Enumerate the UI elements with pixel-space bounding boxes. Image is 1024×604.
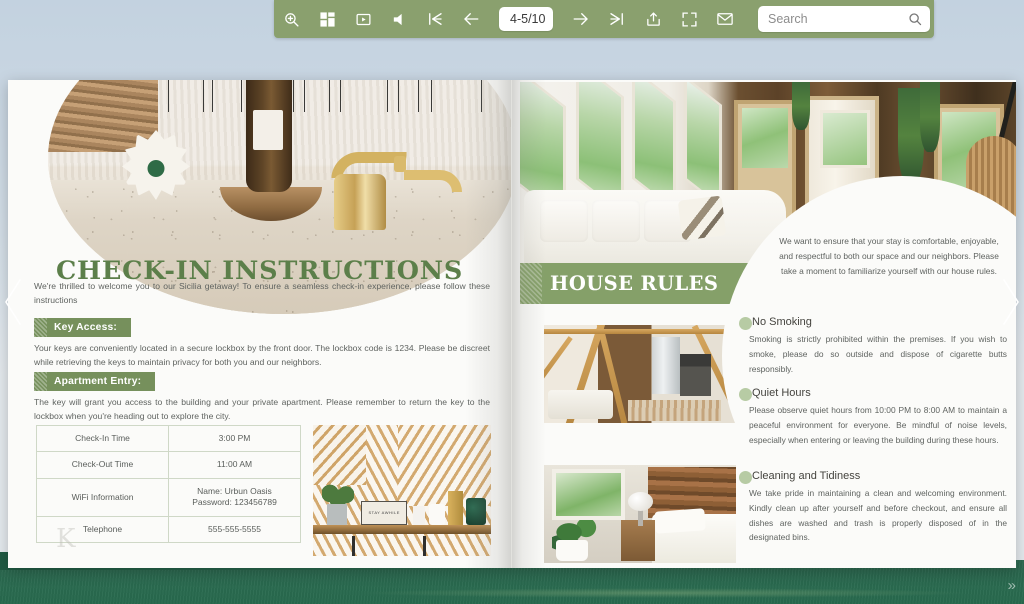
gold-vase	[448, 490, 463, 525]
first-page-icon[interactable]	[422, 6, 448, 32]
rule-body: Please observe quiet hours from 10:00 PM…	[749, 405, 1007, 445]
book-spread: CHECK-IN INSTRUCTIONS We're thrilled to …	[8, 80, 1016, 568]
stay-awhile-sign: STAY AWHILE	[361, 500, 408, 525]
gold-faucet	[308, 152, 468, 230]
checkin-info-table: Check-In Time 3:00 PM Check-Out Time 11:…	[36, 424, 301, 544]
rule-cleaning-tidiness: Cleaning and Tidiness We take pride in m…	[739, 470, 1007, 545]
intro-paragraph: We're thrilled to welcome you to our Sic…	[34, 281, 490, 305]
page-flip-corner-icon[interactable]: »	[1008, 577, 1016, 594]
zoom-in-icon[interactable]	[278, 6, 304, 32]
patterned-pillow	[677, 195, 727, 241]
rule-no-smoking: No Smoking Smoking is strictly prohibite…	[739, 316, 1007, 376]
house-rules-title: HOUSE RULES	[550, 272, 719, 295]
key-access-body: Your keys are conveniently located in a …	[34, 343, 490, 367]
table-cell-label: Check-In Time	[36, 424, 169, 453]
table-row: Telephone 555-555-5555	[36, 515, 301, 544]
apartment-entry-body: The key will grant you access to the bui…	[34, 397, 490, 421]
page-left: CHECK-IN INSTRUCTIONS We're thrilled to …	[8, 80, 512, 568]
ceramic-jar	[428, 503, 445, 525]
sofa	[547, 389, 614, 420]
tag-apartment-entry: Apartment Entry:	[34, 372, 156, 391]
rule-heading-text: Quiet Hours	[752, 387, 811, 399]
rule-heading: Quiet Hours	[739, 387, 1007, 401]
rule-body: We take pride in maintaining a clean and…	[749, 488, 1007, 543]
nightstand	[620, 519, 656, 562]
last-page-icon[interactable]	[604, 6, 630, 32]
table-cell-label: Check-Out Time	[36, 451, 169, 479]
email-icon[interactable]	[712, 6, 738, 32]
search-icon[interactable]	[908, 12, 922, 26]
rule-body: Smoking is strictly prohibited within th…	[749, 334, 1007, 374]
white-jar	[412, 506, 426, 525]
fullscreen-icon[interactable]	[676, 6, 702, 32]
house-rules-banner: HOUSE RULES	[520, 263, 770, 304]
search-input[interactable]	[768, 12, 908, 26]
rule-quiet-hours: Quiet Hours Please observe quiet hours f…	[739, 387, 1007, 447]
rule-heading: No Smoking	[739, 316, 1007, 330]
previous-page-icon[interactable]	[458, 6, 484, 32]
share-icon[interactable]	[640, 6, 666, 32]
next-page-chevron[interactable]	[1000, 276, 1022, 328]
table-row: Check-Out Time 11:00 AM	[36, 451, 301, 479]
page-indicator[interactable]: 4-5/10	[499, 7, 553, 31]
thumbnails-icon[interactable]	[314, 6, 340, 32]
table-row: Check-In Time 3:00 PM	[36, 424, 301, 453]
soap-bottle	[246, 80, 292, 192]
tag-key-access: Key Access:	[34, 318, 132, 337]
grass-highlight	[358, 588, 973, 598]
rule-heading-text: Cleaning and Tidiness	[752, 470, 861, 482]
viewer-toolbar: 4-5/10	[274, 0, 934, 38]
presentation-icon[interactable]	[350, 6, 376, 32]
bedroom-photo	[544, 465, 736, 563]
area-rug	[628, 399, 721, 422]
window	[551, 468, 625, 520]
flipbook-viewer: 4-5/10 Search CHECK-IN INSTRUCTIONS We'r…	[0, 0, 1024, 604]
table-cell-value: 555-555-5555	[168, 515, 301, 544]
stove	[680, 354, 712, 396]
rules-intro: We want to ensure that your stay is comf…	[779, 236, 999, 276]
table-cell-value: 11:00 AM	[168, 451, 301, 479]
plant-pot	[327, 503, 347, 525]
arch-pattern	[168, 80, 482, 122]
page-right: HOUSE RULES We want to ensure that your …	[512, 80, 1016, 568]
table-cell-value: 3:00 PM	[168, 424, 301, 453]
sound-icon[interactable]	[386, 6, 412, 32]
rule-heading-text: No Smoking	[752, 316, 812, 328]
green-vase	[466, 498, 486, 525]
next-page-icon[interactable]	[568, 6, 594, 32]
search-box[interactable]	[758, 6, 930, 32]
refrigerator	[651, 336, 681, 394]
previous-page-chevron[interactable]	[2, 276, 24, 328]
table-cell-label: WiFi Information	[36, 477, 169, 517]
table-row: WiFi Information Name: Urbun Oasis Passw…	[36, 477, 301, 517]
table-cell-value: Name: Urbun Oasis Password: 123456789	[168, 477, 301, 517]
watermark-logo: K	[56, 524, 76, 554]
shelf-decor-photo: STAY AWHILE	[313, 425, 491, 556]
rule-heading: Cleaning and Tidiness	[739, 470, 1007, 484]
kitchen-photo	[544, 325, 736, 423]
